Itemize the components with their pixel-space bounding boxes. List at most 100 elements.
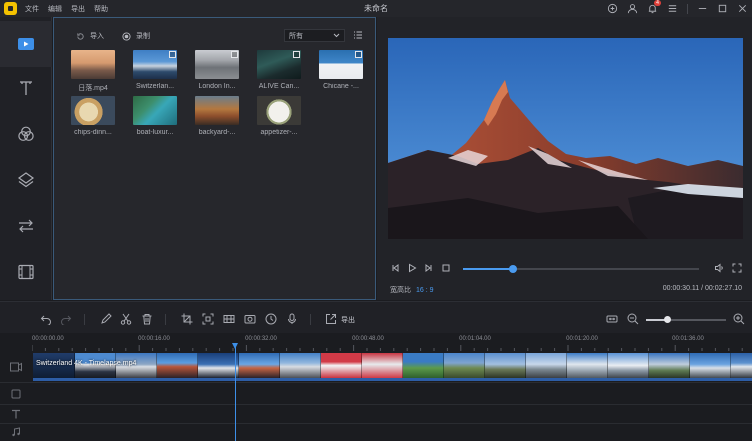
delete-icon[interactable] [141, 313, 153, 325]
menu-help[interactable]: 帮助 [94, 4, 108, 14]
rail-filter-button[interactable] [0, 111, 52, 157]
playhead-handle[interactable] [232, 343, 238, 349]
media-clip[interactable]: appetizer-... [257, 96, 303, 136]
transition-icon [19, 219, 33, 233]
filter-dropdown[interactable]: 所有 [284, 29, 345, 42]
mosaic-icon[interactable] [223, 313, 235, 325]
select-checkbox[interactable] [169, 51, 176, 58]
menu-export[interactable]: 导出 [71, 4, 85, 14]
rail-overlay-button[interactable] [0, 157, 52, 203]
user-icon[interactable] [627, 3, 638, 14]
next-frame-icon[interactable] [424, 263, 434, 273]
playback-progress-bar[interactable] [463, 265, 699, 273]
import-icon [77, 32, 84, 40]
volume-icon[interactable] [714, 263, 724, 273]
playback-progress-fill [463, 268, 513, 270]
rail-elements-button[interactable] [0, 249, 52, 295]
edit-icon[interactable] [100, 313, 112, 325]
split-icon[interactable] [120, 313, 132, 325]
close-icon[interactable] [737, 3, 748, 14]
media-clip[interactable]: ALIVE Can... [257, 50, 303, 90]
clip-name: boat-luxur... [136, 129, 174, 136]
media-clip[interactable]: Chicane -... [319, 50, 365, 90]
list-view-icon[interactable] [353, 30, 363, 40]
clip-thumbnail [195, 96, 239, 125]
previous-frame-icon[interactable] [390, 263, 400, 273]
rail-media-button[interactable] [0, 21, 52, 67]
fullscreen-icon[interactable] [732, 263, 742, 273]
notification-icon[interactable]: 4 [647, 0, 661, 14]
ruler-label: 00:00:32.00 [245, 336, 277, 342]
playhead[interactable] [232, 343, 238, 441]
overlay-track-icon [11, 389, 21, 399]
playback-controls [377, 261, 752, 275]
ruler-label: 00:01:04.00 [459, 336, 491, 342]
audio-waveform-strip [33, 378, 752, 381]
minimize-icon[interactable] [697, 3, 708, 14]
clip-thumbnail [257, 96, 301, 125]
zoom-in-icon[interactable] [733, 313, 745, 325]
aspect-ratio[interactable]: 宽高比 16 : 9 [390, 285, 434, 295]
play-icon[interactable] [407, 263, 417, 273]
clip-name: backyard-... [198, 129, 236, 136]
menu-file[interactable]: 文件 [25, 4, 39, 14]
stop-icon[interactable] [441, 263, 451, 273]
redo-icon[interactable] [60, 313, 72, 326]
media-clip[interactable]: London In... [195, 50, 241, 90]
playback-progress-handle[interactable] [508, 265, 517, 273]
undo-icon[interactable] [40, 313, 52, 326]
rail-transition-button[interactable] [0, 203, 52, 249]
video-track-header [0, 353, 32, 381]
speed-icon[interactable] [265, 313, 277, 325]
toolbar-divider [165, 314, 166, 325]
clip-title: Switzerland 4K - Timelapse.mp4 [36, 360, 137, 367]
voiceover-icon[interactable] [286, 313, 298, 325]
video-preview[interactable] [388, 38, 743, 239]
media-clip[interactable]: chips-dinn... [71, 96, 117, 136]
filter-icon [18, 126, 34, 141]
media-clip[interactable]: backyard-... [195, 96, 241, 136]
freeze-frame-icon[interactable] [244, 313, 256, 325]
export-button-label[interactable]: 导出 [341, 315, 355, 325]
ruler-label: 00:01:36.00 [672, 336, 704, 342]
record-icon [122, 31, 131, 41]
media-icon [18, 38, 34, 50]
audio-track-header [0, 425, 32, 439]
track-divider [0, 423, 752, 424]
timeline[interactable]: 00:00:00.00 00:00:16.00 00:00:32.00 00:0… [0, 333, 752, 441]
crop-icon[interactable] [181, 313, 193, 325]
zoom-out-icon[interactable] [627, 313, 639, 325]
clip-name: Chicane -... [323, 83, 359, 90]
maximize-icon[interactable] [717, 3, 728, 14]
clip-name: London In... [198, 83, 236, 90]
record-tab[interactable]: 录制 [122, 31, 150, 41]
zoom-frame-icon[interactable] [202, 313, 214, 325]
select-checkbox[interactable] [231, 51, 238, 58]
zoom-slider[interactable] [646, 316, 726, 323]
clip-name: 日落.mp4 [78, 85, 108, 92]
select-checkbox[interactable] [293, 51, 300, 58]
media-clip[interactable]: boat-luxur... [133, 96, 179, 136]
zoom-slider-handle[interactable] [663, 316, 671, 323]
timeline-ruler[interactable]: 00:00:00.00 00:00:16.00 00:00:32.00 00:0… [32, 333, 752, 351]
media-clip[interactable]: Switzerlan... [133, 50, 179, 90]
rail-text-button[interactable] [0, 65, 52, 111]
ruler-label: 00:01:20.00 [566, 336, 598, 342]
clip-thumbnail [195, 50, 239, 79]
media-clip[interactable]: 日落.mp4 [71, 50, 117, 93]
import-label: 导入 [90, 33, 104, 40]
fit-timeline-icon[interactable] [606, 313, 618, 325]
video-clip-track[interactable]: Switzerland 4K - Timelapse.mp4 [33, 353, 752, 381]
timeline-toolbar: 导出 [0, 301, 752, 333]
export-icon[interactable] [325, 313, 337, 325]
clip-thumbnail [257, 50, 301, 79]
import-tab[interactable]: 导入 [76, 31, 104, 41]
window-title: 未命名 [364, 4, 388, 13]
overlay-icon [17, 172, 35, 188]
menu-icon[interactable] [667, 3, 678, 14]
menu-edit[interactable]: 编辑 [48, 4, 62, 14]
select-checkbox[interactable] [355, 51, 362, 58]
clip-thumbnail [319, 50, 363, 79]
record-label: 录制 [136, 33, 150, 40]
account-switch-icon[interactable] [607, 3, 618, 14]
